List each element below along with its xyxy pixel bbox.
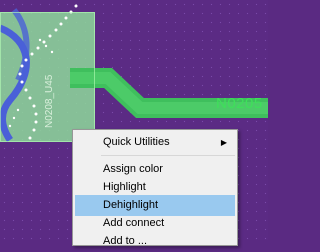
- menu-item-label: Add connect: [103, 217, 165, 229]
- context-menu: Quick Utilities ▶ Assign color Highlight…: [72, 129, 238, 247]
- menu-item-label: Quick Utilities: [103, 136, 170, 148]
- menu-item-label: Dehighlight: [103, 199, 159, 211]
- menu-item-label: Add to ...: [103, 235, 148, 247]
- menu-item-label: Highlight: [103, 181, 146, 193]
- menu-item-label: Assign color: [103, 163, 163, 175]
- menu-separator: [101, 155, 235, 156]
- net-name-label: N0205: [216, 95, 263, 112]
- triangle-right-icon: ▶: [220, 138, 227, 147]
- component-reference-label: N0208_U45: [44, 74, 55, 128]
- menu-item-add-to[interactable]: Add to ...: [75, 231, 235, 252]
- menu-item-quick-utilities[interactable]: Quick Utilities ▶: [75, 132, 235, 153]
